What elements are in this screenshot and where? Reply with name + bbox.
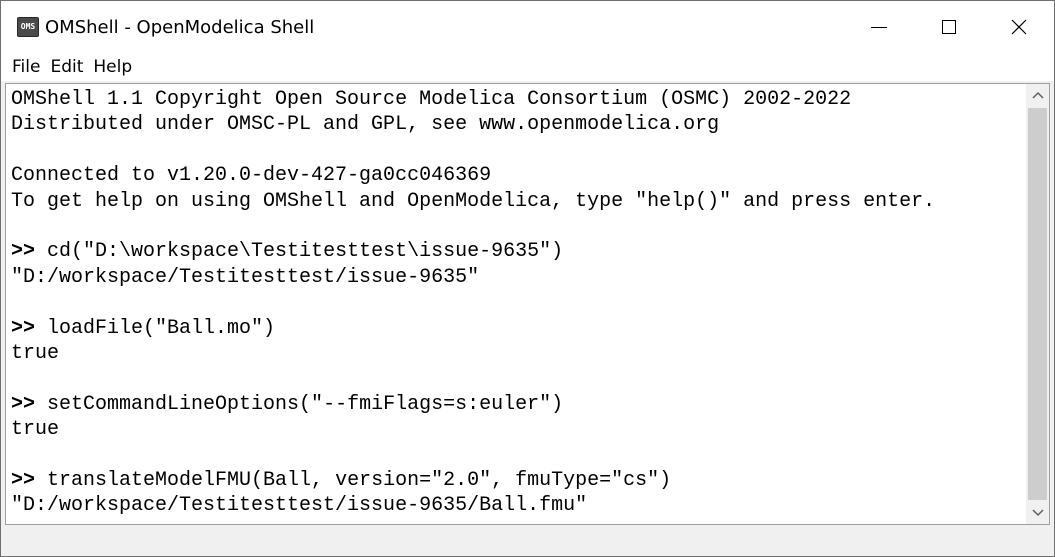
omshell-window: OMS OMShell - OpenModelica Shell File Ed… bbox=[0, 0, 1055, 557]
console-line: >> cd("D:\workspace\Testitesttest\issue-… bbox=[11, 239, 1023, 264]
scrollbar-thumb[interactable] bbox=[1028, 108, 1047, 500]
console-line-text: To get help on using OMShell and OpenMod… bbox=[11, 189, 936, 213]
maximize-icon bbox=[942, 20, 956, 34]
chevron-down-icon bbox=[1031, 509, 1044, 517]
console-text[interactable]: OMShell 1.1 Copyright Open Source Modeli… bbox=[11, 87, 1023, 519]
console-prompt: >> bbox=[11, 468, 36, 492]
console-prompt: >> bbox=[11, 392, 36, 416]
console-line: OMShell 1.1 Copyright Open Source Modeli… bbox=[11, 87, 1023, 112]
console-line-text: "D:/workspace/Testitesttest/issue-9635/B… bbox=[11, 494, 588, 518]
console-line-text: Distributed under OMSC-PL and GPL, see w… bbox=[11, 113, 720, 137]
console-line: "D:/workspace/Testitesttest/issue-9635" bbox=[11, 265, 1023, 290]
console-line-text: true bbox=[11, 341, 60, 365]
console-line-text: loadFile("Ball.mo") bbox=[35, 316, 276, 340]
omshell-app-icon: OMS bbox=[17, 17, 39, 37]
minimize-icon bbox=[871, 26, 887, 28]
console-line-text: "D:/workspace/Testitesttest/issue-9635" bbox=[11, 265, 480, 289]
console-line: true bbox=[11, 341, 1023, 366]
console-output-area[interactable]: OMShell 1.1 Copyright Open Source Modeli… bbox=[5, 83, 1050, 525]
menu-bar: File Edit Help bbox=[1, 53, 1054, 81]
chevron-up-icon bbox=[1031, 91, 1044, 99]
close-button[interactable] bbox=[984, 1, 1054, 53]
menu-edit[interactable]: Edit bbox=[45, 53, 88, 81]
window-title: OMShell - OpenModelica Shell bbox=[45, 17, 315, 38]
console-line: >> loadFile("Ball.mo") bbox=[11, 316, 1023, 341]
console-line: Connected to v1.20.0-dev-427-ga0cc046369 bbox=[11, 163, 1023, 188]
maximize-button[interactable] bbox=[914, 1, 984, 53]
scroll-up-button[interactable] bbox=[1026, 84, 1049, 106]
console-prompt: >> bbox=[11, 240, 36, 264]
console-line-text: Connected to v1.20.0-dev-427-ga0cc046369 bbox=[11, 164, 492, 188]
console-line: "D:/workspace/Testitesttest/issue-9635/B… bbox=[11, 493, 1023, 518]
console-line-text: cd("D:\workspace\Testitesttest\issue-963… bbox=[35, 240, 564, 264]
console-line-text: OMShell 1.1 Copyright Open Source Modeli… bbox=[11, 88, 852, 111]
console-line: >> translateModelFMU(Ball, version="2.0"… bbox=[11, 468, 1023, 493]
status-bar bbox=[1, 526, 1054, 556]
console-line: true bbox=[11, 417, 1023, 442]
title-bar[interactable]: OMS OMShell - OpenModelica Shell bbox=[1, 1, 1054, 53]
vertical-scrollbar[interactable] bbox=[1026, 84, 1049, 524]
menu-help[interactable]: Help bbox=[88, 53, 137, 81]
console-prompt: >> bbox=[11, 316, 36, 340]
scroll-down-button[interactable] bbox=[1026, 502, 1049, 524]
console-line-text: setCommandLineOptions("--fmiFlags=s:eule… bbox=[35, 392, 564, 416]
console-line-text: translateModelFMU(Ball, version="2.0", f… bbox=[35, 468, 672, 492]
close-icon bbox=[1011, 19, 1027, 35]
console-line: Distributed under OMSC-PL and GPL, see w… bbox=[11, 112, 1023, 137]
minimize-button[interactable] bbox=[844, 1, 914, 53]
console-line: To get help on using OMShell and OpenMod… bbox=[11, 189, 1023, 214]
console-line-text: true bbox=[11, 418, 60, 442]
console-line: >> setCommandLineOptions("--fmiFlags=s:e… bbox=[11, 392, 1023, 417]
menu-file[interactable]: File bbox=[7, 53, 45, 81]
